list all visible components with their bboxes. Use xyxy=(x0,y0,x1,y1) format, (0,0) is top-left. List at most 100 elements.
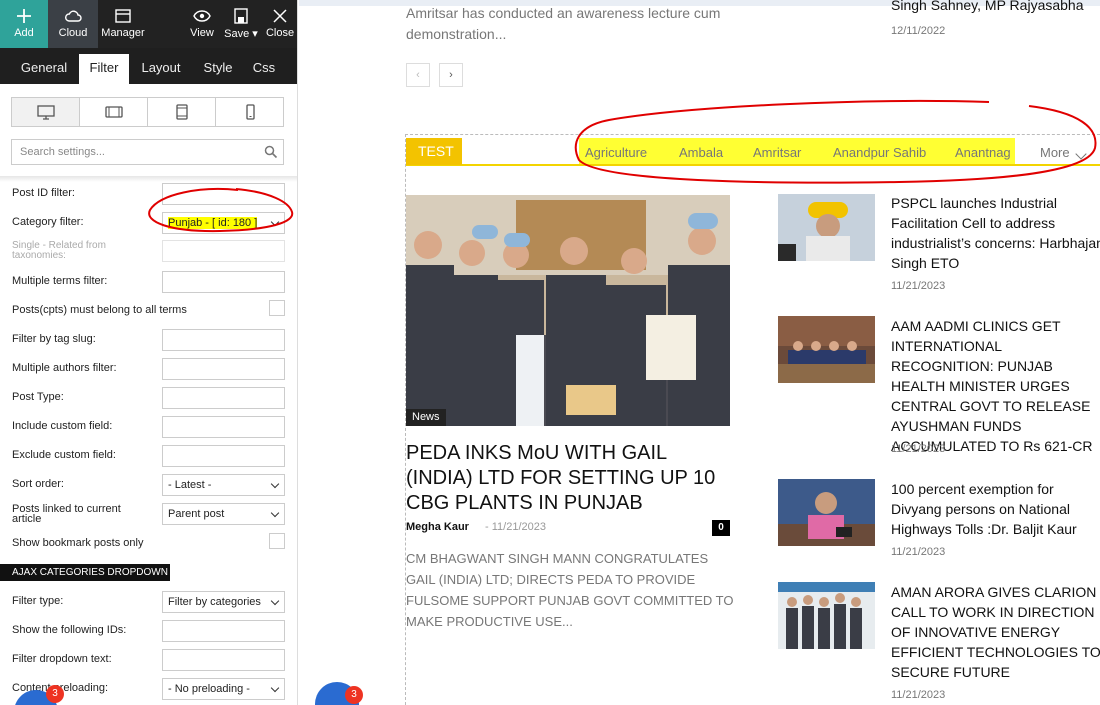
cloud-button[interactable]: Cloud xyxy=(48,0,98,48)
view-button[interactable]: View xyxy=(186,0,218,48)
search-icon[interactable] xyxy=(264,145,278,159)
side-article-title[interactable]: AAM AADMI CLINICS GET INTERNATIONAL RECO… xyxy=(891,316,1100,456)
dropdown-text-input[interactable] xyxy=(162,649,285,671)
settings-panel: Add Cloud Manager View Save ▾ Close Gene… xyxy=(0,0,298,705)
tablet-portrait-device-button[interactable] xyxy=(148,98,216,126)
side-article-thumbnail[interactable] xyxy=(778,582,875,649)
side-article-title[interactable]: AMAN ARORA GIVES CLARION CALL TO WORK IN… xyxy=(891,582,1100,682)
plus-icon xyxy=(17,9,31,23)
tablet-landscape-device-button[interactable] xyxy=(80,98,148,126)
add-button[interactable]: Add xyxy=(0,0,48,48)
search-input[interactable]: Search settings... xyxy=(11,139,284,165)
category-more-button[interactable]: More xyxy=(1040,145,1070,160)
side-article-title[interactable]: 100 percent exemption for Divyang person… xyxy=(891,479,1100,539)
previous-excerpt: Amritsar has conducted an awareness lect… xyxy=(406,5,721,42)
multiple-terms-input[interactable] xyxy=(162,271,285,293)
panel-divider xyxy=(0,176,297,182)
floppy-icon xyxy=(234,8,248,24)
all-terms-checkbox[interactable] xyxy=(269,300,285,316)
linked-posts-row: Posts linked to current article Parent p… xyxy=(12,503,286,525)
multiple-terms-row: Multiple terms filter: xyxy=(12,271,286,293)
post-type-input[interactable] xyxy=(162,387,285,409)
filter-type-label: Filter type: xyxy=(12,595,64,607)
category-tab-anantnag[interactable]: Anantnag xyxy=(955,145,1011,160)
main-article-title[interactable]: PEDA INKS MoU WITH GAIL (INDIA) LTD FOR … xyxy=(406,441,736,516)
sort-order-label: Sort order: xyxy=(12,478,64,490)
linked-posts-select[interactable]: Parent post xyxy=(162,503,285,525)
block-outline-top xyxy=(405,134,1100,135)
side-thumb-graphic-1 xyxy=(778,194,875,261)
show-ids-input[interactable] xyxy=(162,620,285,642)
category-filter-select[interactable]: Punjab - [ id: 180 ] xyxy=(162,212,285,234)
tag-slug-input[interactable] xyxy=(162,329,285,351)
side-article-date: 11/21/2023 xyxy=(891,546,946,558)
category-tab-ambala[interactable]: Ambala xyxy=(679,145,723,160)
preloading-select[interactable]: - No preloading - xyxy=(162,678,285,700)
bookmark-posts-row: Show bookmark posts only xyxy=(12,533,286,555)
tab-style[interactable]: Style xyxy=(195,54,241,84)
authors-filter-input[interactable] xyxy=(162,358,285,380)
filter-type-row: Filter type: Filter by categories xyxy=(12,591,286,613)
post-id-filter-input[interactable] xyxy=(162,183,285,205)
prev-page-button[interactable]: ‹ xyxy=(406,63,430,87)
phone-device-button[interactable] xyxy=(216,98,283,126)
related-taxonomies-label: Single - Related from taxonomies: xyxy=(12,240,106,261)
exclude-custom-field-row: Exclude custom field: xyxy=(12,445,286,467)
main-article-image[interactable] xyxy=(406,195,730,426)
main-photo-graphic xyxy=(406,195,730,426)
tablet-landscape-icon xyxy=(104,106,123,118)
bookmark-posts-checkbox[interactable] xyxy=(269,533,285,549)
tab-general[interactable]: General xyxy=(10,54,78,84)
sort-order-select[interactable]: - Latest - xyxy=(162,474,285,496)
related-taxonomies-row: Single - Related from taxonomies: xyxy=(12,240,286,262)
side-thumb-graphic-4 xyxy=(778,582,875,649)
all-terms-label: Posts(cpts) must belong to all terms xyxy=(12,304,187,316)
category-tab-agriculture[interactable]: Agriculture xyxy=(585,145,647,160)
comment-count-badge[interactable]: 0 xyxy=(712,520,730,536)
ajax-section-header: AJAX CATEGORIES DROPDOWN xyxy=(0,564,170,581)
category-tab-anandpur-sahib[interactable]: Anandpur Sahib xyxy=(833,145,926,160)
category-tab-amritsar[interactable]: Amritsar xyxy=(753,145,801,160)
toolbar: Add Cloud Manager View Save ▾ Close xyxy=(0,0,297,48)
manager-button[interactable]: Manager xyxy=(98,0,148,48)
cloud-icon xyxy=(65,10,82,22)
previous-side-title[interactable]: Singh Sahney, MP Rajyasabha xyxy=(891,0,1084,13)
side-article-title[interactable]: PSPCL launches Industrial Facilitation C… xyxy=(891,193,1100,273)
authors-filter-label: Multiple authors filter: xyxy=(12,362,117,374)
exclude-custom-field-input[interactable] xyxy=(162,445,285,467)
device-switcher xyxy=(11,97,284,127)
post-id-filter-label: Post ID filter: xyxy=(12,187,75,199)
side-article-date: 11/21/2023 xyxy=(891,689,946,701)
side-article-thumbnail[interactable] xyxy=(778,316,875,383)
chevron-down-icon[interactable] xyxy=(1075,148,1087,160)
view-label: View xyxy=(190,27,214,39)
main-article-date: - 11/21/2023 xyxy=(485,521,546,533)
close-button[interactable]: Close xyxy=(262,0,297,48)
close-icon xyxy=(273,9,287,23)
related-taxonomies-input[interactable] xyxy=(162,240,285,262)
add-label: Add xyxy=(14,27,34,39)
include-custom-field-input[interactable] xyxy=(162,416,285,438)
show-ids-label: Show the following IDs: xyxy=(12,624,127,636)
all-terms-row: Posts(cpts) must belong to all terms xyxy=(12,300,286,322)
save-button[interactable]: Save ▾ xyxy=(222,0,260,48)
category-filter-value: Punjab - [ id: 180 ] xyxy=(168,217,258,229)
tab-filter[interactable]: Filter xyxy=(79,54,129,84)
manager-icon xyxy=(115,9,131,23)
side-article-thumbnail[interactable] xyxy=(778,194,875,261)
dropdown-text-row: Filter dropdown text: xyxy=(12,649,286,671)
block-title-rule xyxy=(406,164,1100,166)
tag-slug-label: Filter by tag slug: xyxy=(12,333,96,345)
tab-layout[interactable]: Layout xyxy=(133,54,189,84)
side-article-thumbnail[interactable] xyxy=(778,479,875,546)
tab-css[interactable]: Css xyxy=(247,54,281,84)
filter-type-select[interactable]: Filter by categories xyxy=(162,591,285,613)
main-article-category-tag[interactable]: News xyxy=(406,409,446,426)
exclude-custom-field-label: Exclude custom field: xyxy=(12,449,116,461)
next-page-button[interactable]: › xyxy=(439,63,463,87)
main-article-excerpt: CM BHAGWANT SINGH MANN CONGRATULATES GAI… xyxy=(406,551,734,629)
main-article-author[interactable]: Megha Kaur xyxy=(406,521,469,533)
desktop-device-button[interactable] xyxy=(12,98,80,126)
linked-posts-label: Posts linked to current article xyxy=(12,503,121,525)
post-id-filter-row: Post ID filter: xyxy=(12,183,286,205)
